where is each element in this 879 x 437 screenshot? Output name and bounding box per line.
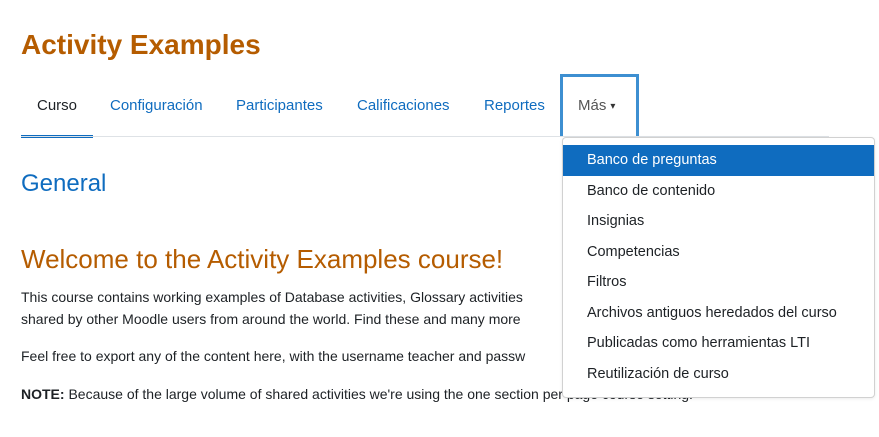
menu-item-filtros[interactable]: Filtros bbox=[563, 267, 874, 298]
more-menu-button[interactable]: Más ▾ bbox=[560, 74, 639, 137]
menu-item-herramientas-lti[interactable]: Publicadas como herramientas LTI bbox=[563, 328, 874, 359]
tab-participantes[interactable]: Participantes bbox=[236, 74, 323, 137]
tab-calificaciones[interactable]: Calificaciones bbox=[357, 74, 450, 137]
course-title: Activity Examples bbox=[21, 29, 261, 60]
intro-line-2: shared by other Moodle users from around… bbox=[21, 311, 521, 327]
export-paragraph: Feel free to export any of the content h… bbox=[21, 348, 526, 364]
intro-paragraph: This course contains working examples of… bbox=[21, 286, 523, 330]
menu-item-banco-contenido[interactable]: Banco de contenido bbox=[563, 176, 874, 207]
more-menu-label: Más bbox=[578, 97, 607, 114]
menu-item-reutilizacion[interactable]: Reutilización de curso bbox=[563, 359, 874, 390]
tab-curso[interactable]: Curso bbox=[21, 74, 94, 138]
section-title[interactable]: General bbox=[21, 170, 106, 198]
menu-item-insignias[interactable]: Insignias bbox=[563, 206, 874, 237]
welcome-heading: Welcome to the Activity Examples course! bbox=[21, 244, 504, 274]
tab-configuracion[interactable]: Configuración bbox=[110, 74, 203, 137]
menu-item-banco-preguntas[interactable]: Banco de preguntas bbox=[563, 145, 874, 176]
chevron-down-icon: ▾ bbox=[610, 101, 616, 112]
tab-reportes[interactable]: Reportes bbox=[484, 74, 545, 137]
intro-line-1: This course contains working examples of… bbox=[21, 289, 523, 305]
more-dropdown-menu: Banco de preguntas Banco de contenido In… bbox=[562, 137, 875, 398]
note-label: NOTE: bbox=[21, 386, 65, 402]
menu-item-competencias[interactable]: Competencias bbox=[563, 237, 874, 268]
menu-item-archivos-antiguos[interactable]: Archivos antiguos heredados del curso bbox=[563, 298, 874, 329]
secondary-navigation: Curso Configuración Participantes Califi… bbox=[21, 74, 829, 138]
